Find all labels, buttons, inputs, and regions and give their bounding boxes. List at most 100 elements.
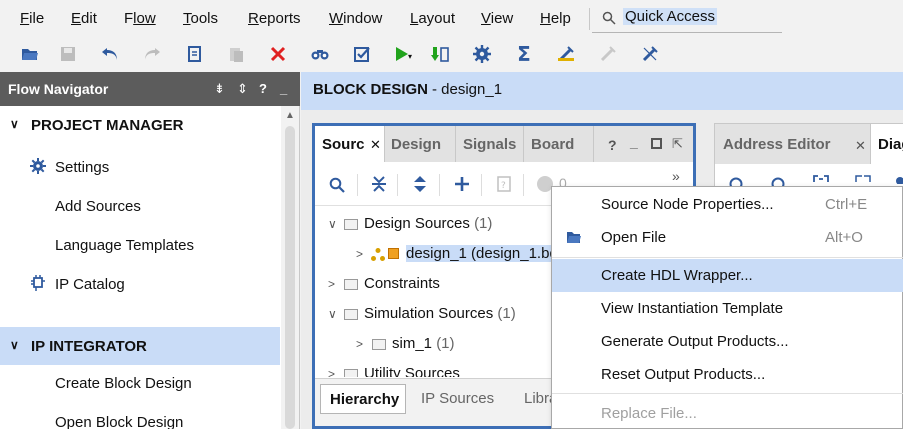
tab-label: Hierarchy (330, 391, 400, 408)
menu-item-label: Generate Output Products... (601, 333, 789, 350)
menu-reports[interactable]: Reports (248, 10, 301, 27)
collapse-all-icon[interactable] (371, 175, 387, 193)
menu-item-open-file[interactable]: Open File Alt+O (552, 221, 903, 254)
close-icon[interactable]: ✕ (855, 138, 866, 154)
expand-all-icon[interactable]: ⇕ (237, 81, 248, 97)
tab-signals[interactable]: Signals (456, 126, 524, 162)
menu-edit-label: dit (81, 10, 97, 27)
section-project-manager[interactable]: ∨ PROJECT MANAGER (0, 106, 280, 144)
tab-board[interactable]: Board (524, 126, 594, 162)
properties-icon[interactable]: ? (497, 176, 511, 192)
chevron-right-icon[interactable]: > (356, 247, 363, 261)
menu-item-label: Replace File... (601, 405, 697, 422)
find-icon[interactable] (310, 44, 330, 64)
debug-icon[interactable] (556, 44, 576, 64)
nav-item-open-block-design[interactable]: Open Block Design (0, 403, 280, 429)
menu-item-generate-output-products[interactable]: Generate Output Products... (552, 325, 903, 358)
tab-design[interactable]: Design (385, 126, 456, 162)
menu-help[interactable]: Help (540, 10, 571, 27)
autoconnect-icon[interactable] (598, 44, 618, 64)
context-menu: Source Node Properties... Ctrl+E Open Fi… (551, 186, 903, 429)
zoom-area-icon[interactable] (855, 174, 871, 184)
close-icon[interactable]: ✕ (370, 137, 381, 153)
quick-access-search[interactable]: Quick Access (592, 5, 782, 33)
menu-item-create-hdl-wrapper[interactable]: Create HDL Wrapper... (552, 259, 903, 292)
flow-navigator-scrollbar[interactable]: ▲ (281, 106, 299, 429)
zoom-fit-icon[interactable] (813, 174, 829, 184)
maximize-icon[interactable] (651, 138, 662, 149)
diagram-tool-icon[interactable] (891, 174, 903, 184)
section-ip-integrator[interactable]: ∨ IP INTEGRATOR (0, 327, 280, 365)
sigma-glyph: Σ (517, 42, 531, 66)
program-icon[interactable] (430, 44, 450, 64)
settings-icon[interactable] (472, 44, 492, 64)
gear-icon (30, 158, 46, 174)
block-design-title: BLOCK DESIGN (313, 81, 429, 98)
menu-file[interactable]: File (20, 10, 44, 27)
scroll-up-icon[interactable]: ▲ (285, 110, 295, 121)
menu-view[interactable]: View (481, 10, 513, 27)
tree-label: Utility Sources (364, 365, 460, 377)
float-icon[interactable]: ⇱ (672, 136, 683, 152)
tab-sources[interactable]: Sourc ✕ (315, 126, 385, 162)
nav-item-language-templates[interactable]: Language Templates (0, 226, 280, 265)
help-icon[interactable]: ? (259, 81, 267, 96)
chevron-down-icon[interactable]: ∨ (10, 117, 19, 131)
run-icon[interactable]: ▾ (392, 44, 412, 64)
folder-icon (344, 309, 358, 320)
minimize-icon[interactable]: _ (280, 81, 287, 96)
folder-icon (344, 369, 358, 377)
menu-item-source-node-properties[interactable]: Source Node Properties... Ctrl+E (552, 188, 903, 221)
chevron-down-icon[interactable]: ∨ (328, 217, 337, 231)
menu-edit[interactable]: Edit (71, 10, 97, 27)
undo-icon[interactable] (100, 44, 120, 64)
paste-icon[interactable] (226, 44, 246, 64)
delete-icon[interactable] (268, 44, 288, 64)
sigma-icon[interactable]: Σ (514, 42, 534, 66)
chevron-right-icon[interactable]: > (328, 277, 335, 291)
scrollbar-thumb[interactable] (285, 126, 295, 429)
nav-item-add-sources[interactable]: Add Sources (0, 187, 280, 226)
menu-layout[interactable]: Layout (410, 10, 455, 27)
quick-access-input[interactable]: Quick Access (623, 8, 718, 25)
menu-item-replace-file[interactable]: Replace File... (552, 397, 903, 429)
save-icon[interactable] (58, 44, 78, 64)
menu-item-label: Reset Output Products... (601, 366, 766, 383)
help-icon[interactable]: ? (608, 137, 617, 153)
tab-hierarchy[interactable]: Hierarchy (320, 384, 406, 414)
svg-text:?: ? (501, 181, 506, 191)
chevron-right-icon[interactable]: > (356, 337, 363, 351)
collapse-all-icon[interactable]: ⇟ (214, 81, 225, 97)
menu-item-reset-output-products[interactable]: Reset Output Products... (552, 358, 903, 391)
nav-item-create-block-design[interactable]: Create Block Design (0, 364, 280, 403)
nav-item-settings[interactable]: Settings (0, 148, 280, 187)
run-dropdown-arrow[interactable]: ▾ (408, 52, 412, 61)
overflow-icon[interactable]: » (672, 168, 680, 184)
nav-item-ip-catalog[interactable]: IP Catalog (0, 265, 280, 304)
block-design-subtitle: - design_1 (432, 81, 503, 98)
menu-reports-label: eports (258, 10, 301, 27)
open-project-icon[interactable] (20, 44, 40, 64)
validate-icon[interactable] (352, 44, 372, 64)
menu-tools[interactable]: Tools (183, 10, 218, 27)
menu-window[interactable]: Window (329, 10, 382, 27)
tab-address-editor[interactable]: Address Editor (723, 136, 831, 153)
tab-ip-sources[interactable]: IP Sources (411, 384, 505, 414)
copy-icon[interactable] (184, 44, 204, 64)
tab-label: Diag (878, 136, 903, 153)
search-icon[interactable] (329, 177, 345, 193)
redo-icon[interactable] (142, 44, 162, 64)
edit-icon[interactable] (640, 44, 660, 64)
menu-separator (552, 393, 903, 394)
menu-flow[interactable]: Flow (124, 10, 156, 27)
expand-all-icon[interactable] (413, 175, 427, 193)
minimize-icon[interactable]: _ (630, 134, 638, 150)
chevron-down-icon[interactable]: ∨ (10, 338, 19, 352)
nav-item-label: Settings (55, 159, 110, 176)
chevron-right-icon[interactable]: > (328, 367, 335, 377)
tab-diagram[interactable]: Diag (870, 124, 903, 164)
folder-icon (344, 279, 358, 290)
chevron-down-icon[interactable]: ∨ (328, 307, 337, 321)
menu-item-view-instantiation-template[interactable]: View Instantiation Template (552, 292, 903, 325)
add-icon[interactable] (454, 176, 470, 192)
